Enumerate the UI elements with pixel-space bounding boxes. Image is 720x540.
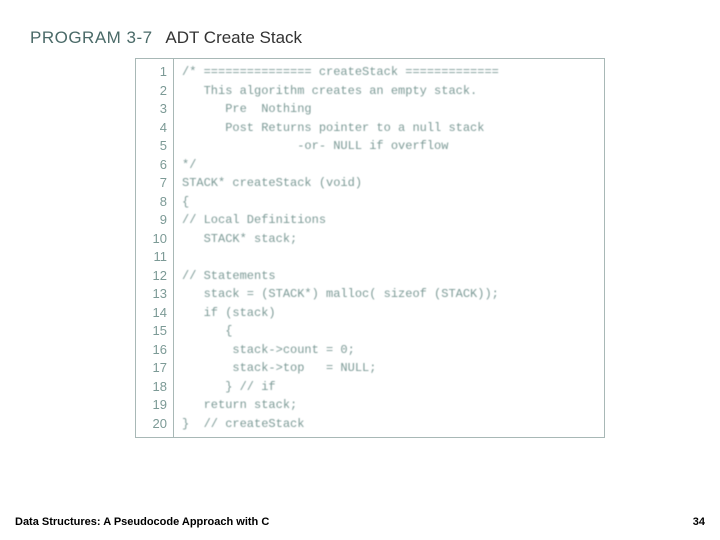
line-number: 11 [136,248,173,267]
line-number: 15 [136,322,173,341]
code-listing: 1234567891011121314151617181920 /* =====… [135,58,605,438]
line-number: 18 [136,378,173,397]
line-number: 9 [136,211,173,230]
footer-page-number: 34 [693,516,705,528]
program-title: ADT Create Stack [165,28,302,47]
footer-book-title: Data Structures: A Pseudocode Approach w… [15,516,269,528]
line-number: 6 [136,156,173,175]
code-text: /* =============== createStack =========… [182,63,604,433]
line-number: 19 [136,396,173,415]
line-number: 20 [136,415,173,434]
line-number: 12 [136,267,173,286]
program-header: PROGRAM 3-7 ADT Create Stack [30,28,302,48]
line-number: 10 [136,230,173,249]
line-number: 7 [136,174,173,193]
line-number: 17 [136,359,173,378]
line-number: 5 [136,137,173,156]
line-number: 1 [136,63,173,82]
line-number: 16 [136,341,173,360]
line-number: 8 [136,193,173,212]
code-body: /* =============== createStack =========… [174,59,604,437]
line-number-gutter: 1234567891011121314151617181920 [136,59,174,437]
line-number: 4 [136,119,173,138]
program-number: PROGRAM 3-7 [30,28,153,47]
slide-footer: Data Structures: A Pseudocode Approach w… [15,516,705,528]
line-number: 2 [136,82,173,101]
line-number: 13 [136,285,173,304]
line-number: 14 [136,304,173,323]
line-number: 3 [136,100,173,119]
